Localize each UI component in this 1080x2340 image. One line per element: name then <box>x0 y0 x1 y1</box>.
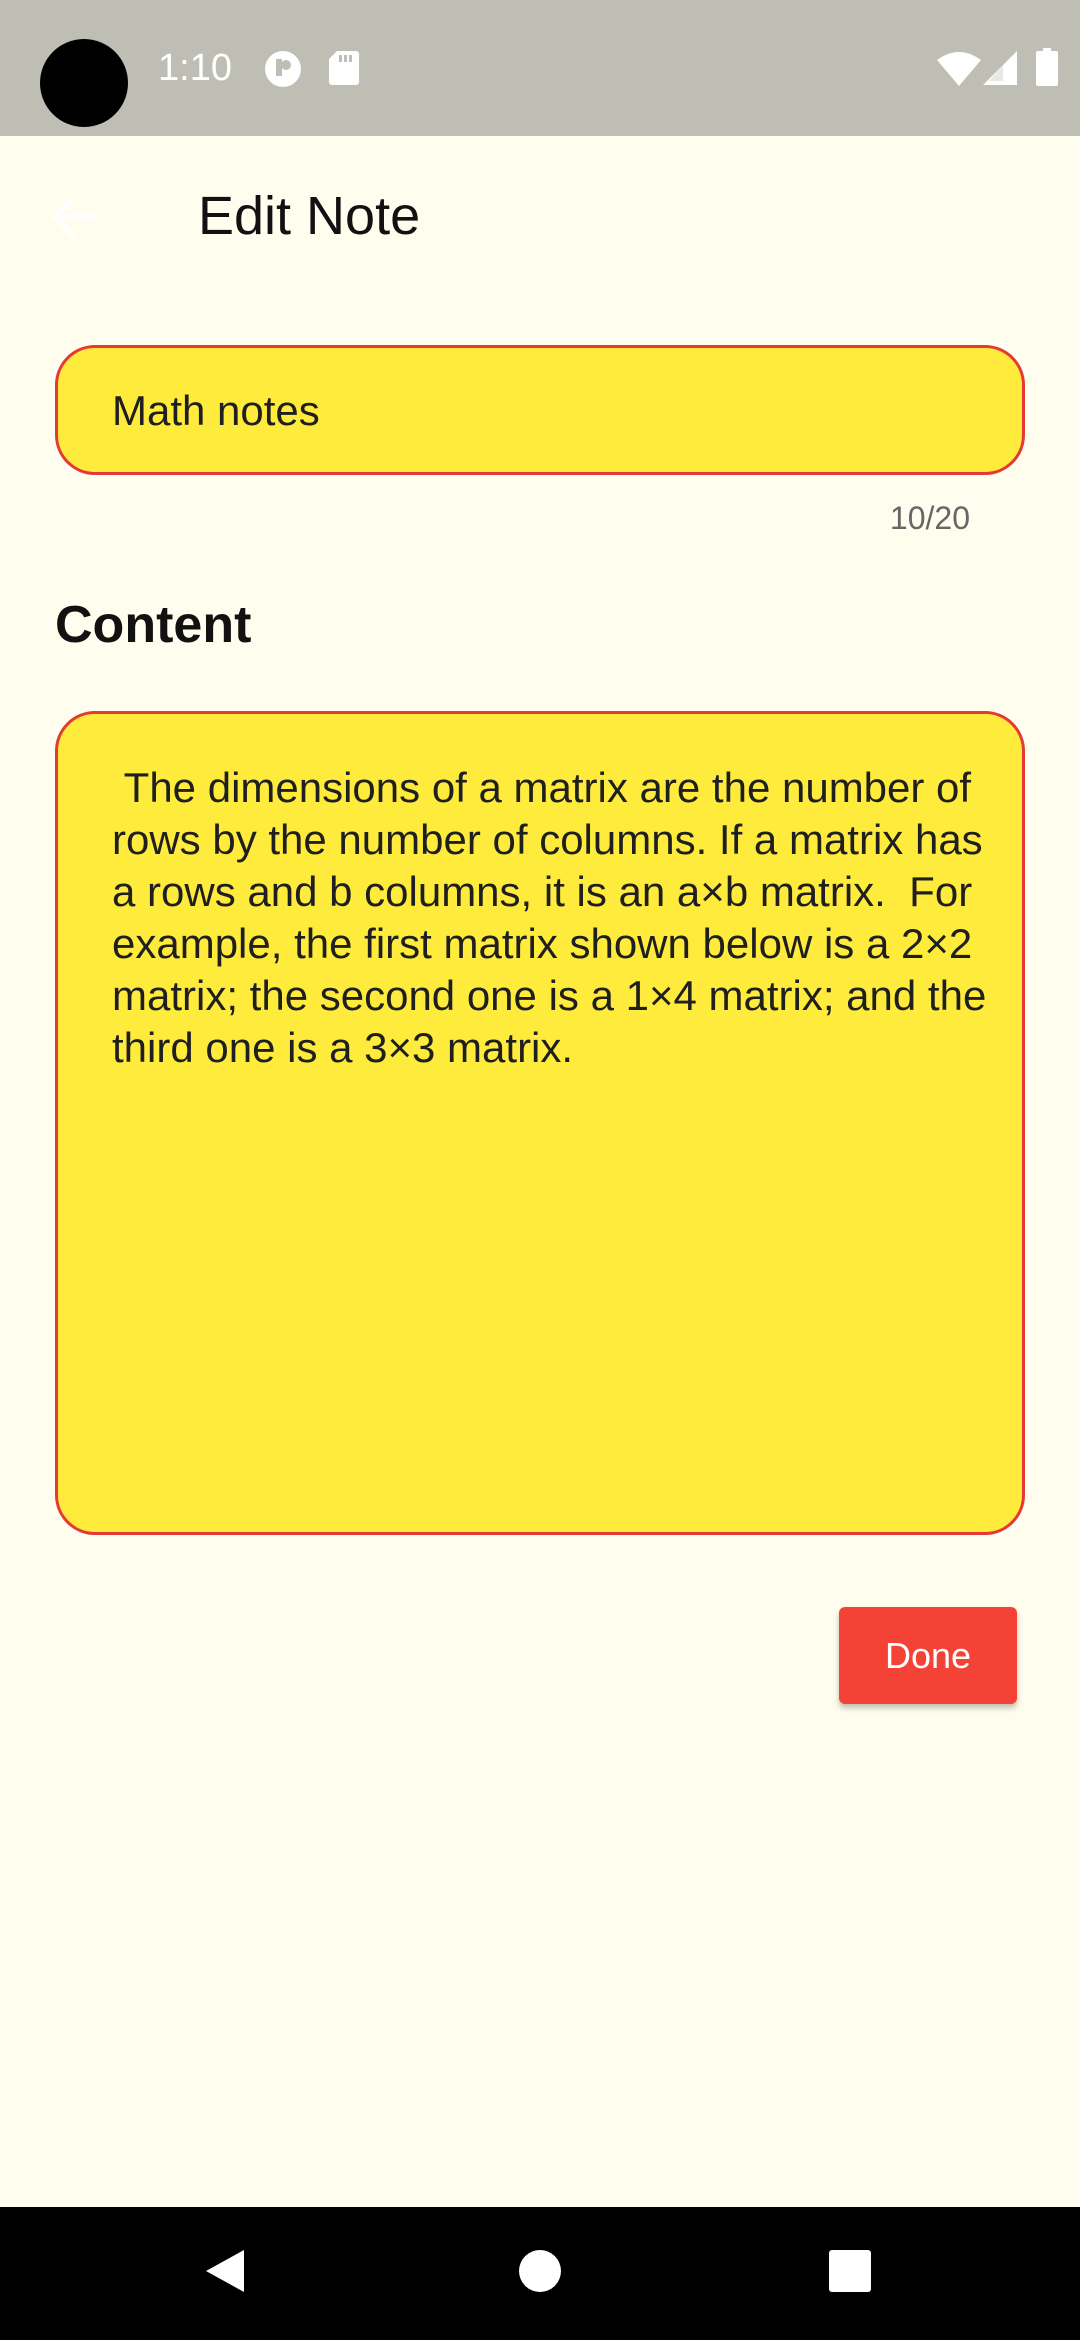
home-circle-icon <box>518 2249 562 2298</box>
camera-cutout <box>40 39 128 127</box>
content-label: Content <box>55 596 252 654</box>
note-title-value[interactable]: Math notes <box>112 384 320 438</box>
back-arrow-icon <box>50 195 97 242</box>
system-navigation-bar <box>0 2207 1080 2340</box>
app-bar: Edit Note <box>0 136 1080 292</box>
note-content-value[interactable]: The dimensions of a matrix are the numbe… <box>112 762 992 1074</box>
nav-back-button[interactable] <box>166 2207 286 2340</box>
character-counter: 10/20 <box>889 500 970 536</box>
battery-icon <box>1036 48 1058 91</box>
done-button[interactable]: Done <box>839 1607 1017 1704</box>
wifi-icon <box>937 52 981 91</box>
recents-square-icon <box>829 2250 871 2297</box>
status-bar: 1:10 <box>0 0 1080 136</box>
status-time: 1:10 <box>158 47 232 89</box>
back-triangle-icon <box>204 2248 248 2299</box>
sd-card-icon <box>329 51 359 90</box>
note-title-field[interactable]: Math notes <box>55 345 1025 475</box>
page-title: Edit Note <box>198 186 421 246</box>
note-content-field[interactable]: The dimensions of a matrix are the numbe… <box>55 711 1025 1535</box>
cell-signal-icon <box>983 51 1017 90</box>
nav-home-button[interactable] <box>480 2207 600 2340</box>
nav-recents-button[interactable] <box>790 2207 910 2340</box>
notification-app-icon <box>264 50 302 93</box>
back-button[interactable] <box>38 184 108 254</box>
